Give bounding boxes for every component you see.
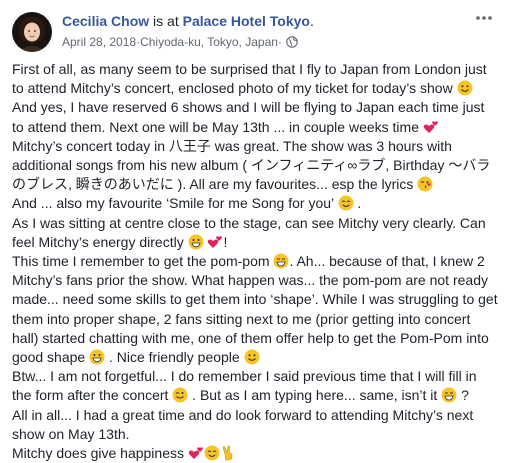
post-text: Mitchy does give happiness	[12, 445, 188, 462]
grin-emoji-icon	[188, 234, 204, 250]
grin-emoji-icon	[89, 349, 105, 365]
checkin-text: is at	[149, 13, 183, 29]
tongue-wink-emoji-icon	[172, 387, 188, 403]
post-paragraph: First of all, as many seem to be surpris…	[12, 60, 498, 98]
post-text: All in all... I had a great time and do …	[12, 406, 474, 442]
place-link[interactable]: Palace Hotel Tokyo	[183, 13, 310, 29]
post-paragraph: And ... also my favourite ‘Smile for me …	[12, 194, 498, 213]
avatar[interactable]	[12, 12, 52, 52]
blush-smile-emoji-icon	[338, 195, 354, 211]
post-location[interactable]: Chiyoda-ku, Tokyo, Japan	[140, 34, 278, 50]
meta-separator-2: ·	[277, 35, 282, 49]
post-paragraph: Mitchy does give happiness	[12, 444, 498, 463]
post-text: ?	[457, 387, 469, 404]
two-hearts-emoji-icon	[208, 236, 223, 248]
post-date[interactable]: April 28, 2018	[62, 34, 136, 50]
post-text: And ... also my favourite ‘Smile for me …	[12, 195, 338, 212]
post-paragraph: As I was sitting at centre close to the …	[12, 214, 498, 252]
blush-smile-emoji-icon	[204, 445, 220, 461]
post-header: Cecilia Chow is at Palace Hotel Tokyo.	[62, 12, 314, 30]
smile-emoji-icon	[457, 80, 473, 96]
post-body: First of all, as many seem to be surpris…	[12, 60, 498, 463]
author-name-link[interactable]: Cecilia Chow	[62, 13, 149, 29]
post-paragraph: And yes, I have reserved 6 shows and I w…	[12, 98, 498, 136]
post-text: And yes, I have reserved 6 shows and I w…	[12, 99, 485, 135]
kiss-emoji-icon	[417, 176, 433, 192]
laugh-emoji-icon	[273, 253, 289, 269]
two-hearts-emoji-icon	[423, 120, 438, 133]
post-text: First of all, as many seem to be surpris…	[12, 61, 487, 97]
post-text: .	[353, 195, 362, 212]
post-paragraph: Btw... I am not forgetful... I do rememb…	[12, 367, 498, 405]
laugh-emoji-icon	[441, 387, 457, 403]
facebook-post: Cecilia Chow is at Palace Hotel Tokyo. A…	[0, 0, 508, 463]
victory-hand-emoji-icon	[222, 445, 233, 461]
post-text: !	[223, 233, 228, 250]
post-text: This time I remember to get the pom-pom	[12, 253, 274, 270]
post-paragraph: Mitchy’s concert today in 八王子 was great.…	[12, 137, 498, 195]
post-paragraph: All in all... I had a great time and do …	[12, 406, 498, 444]
checkin-suffix: .	[309, 13, 314, 29]
post-text: . Nice friendly people	[105, 349, 244, 366]
post-options-icon[interactable]	[474, 8, 494, 28]
post-text: As I was sitting at centre close to the …	[12, 214, 486, 250]
globe-icon[interactable]	[286, 36, 298, 48]
post-paragraph: This time I remember to get the pom-pom …	[12, 252, 498, 367]
post-meta: April 28, 2018 · Chiyoda-ku, Tokyo, Japa…	[62, 34, 298, 50]
two-hearts-emoji-icon	[188, 447, 203, 460]
post-text: . But as I am typing here... same, isn’t…	[188, 387, 442, 404]
smile-emoji-icon	[244, 349, 260, 365]
